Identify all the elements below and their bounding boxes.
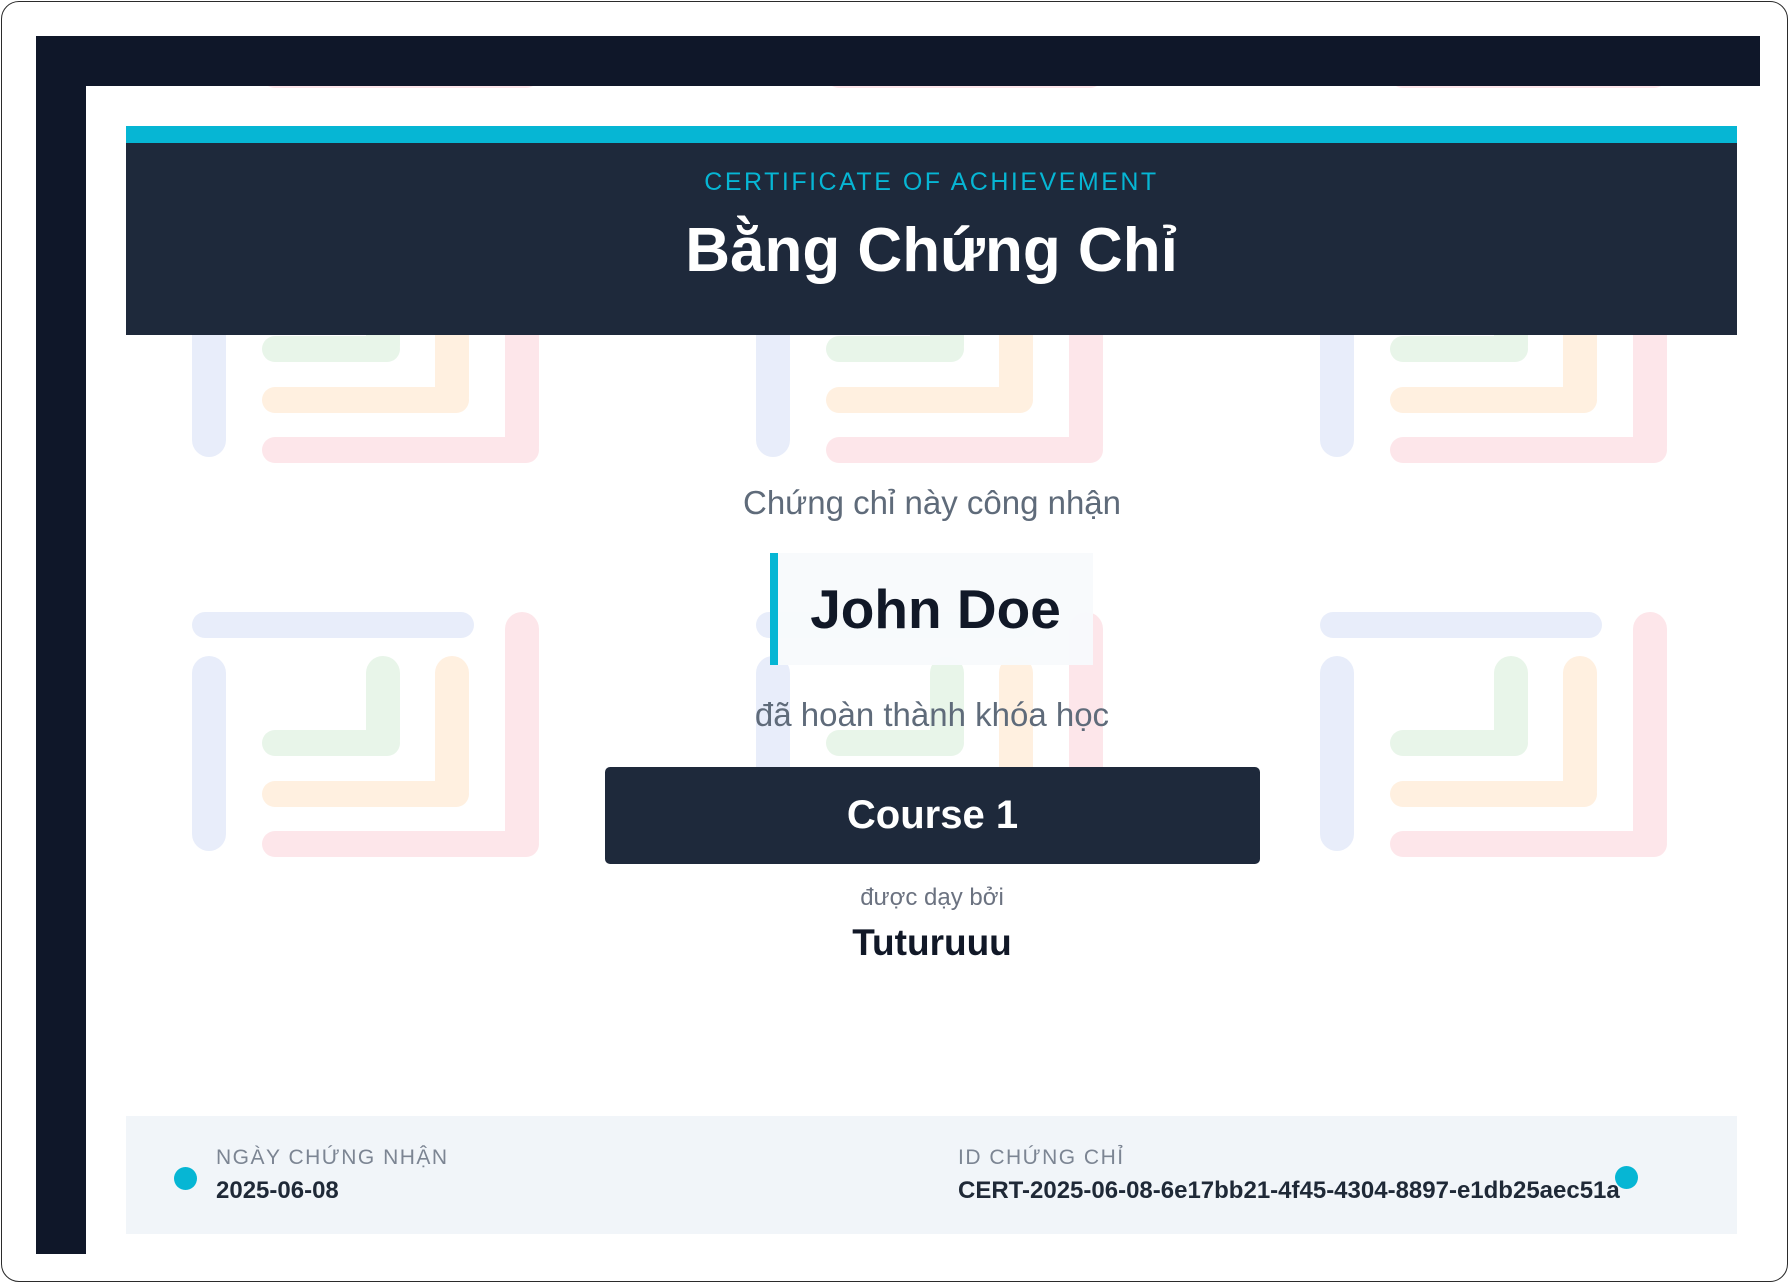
instructor-name: Tuturuuu [852, 922, 1012, 963]
date-value: 2025-06-08 [216, 1177, 339, 1204]
certificate-header: CERTIFICATE OF ACHIEVEMENT Bằng Chứng Ch… [126, 126, 1737, 335]
certificate-id-value: CERT-2025-06-08-6e17bb21-4f45-4304-8897-… [958, 1177, 1620, 1204]
certificate-card: CERTIFICATE OF ACHIEVEMENT Bằng Chứng Ch… [1, 1, 1788, 1282]
date-label: NGÀY CHỨNG NHẬN [216, 1146, 449, 1169]
certificate-footer: NGÀY CHỨNG NHẬN 2025-06-08 ID CHỨNG CHỈ … [126, 1116, 1737, 1234]
certificate-inner: CERTIFICATE OF ACHIEVEMENT Bằng Chứng Ch… [86, 86, 1778, 1268]
taught-by-label: được dạy bởi [860, 884, 1004, 911]
certificate-frame: CERTIFICATE OF ACHIEVEMENT Bằng Chứng Ch… [36, 36, 1778, 1268]
course-name: Course 1 [846, 793, 1019, 837]
certificate-title: Bằng Chứng Chỉ [685, 216, 1178, 285]
completion-text: đã hoàn thành khóa học [754, 696, 1110, 733]
header-subtitle: CERTIFICATE OF ACHIEVEMENT [704, 168, 1159, 196]
footer-dot-icon [1615, 1166, 1638, 1189]
footer-dot-icon [174, 1167, 197, 1190]
recipient-name-box: John Doe [770, 553, 1093, 665]
certificate-id-label: ID CHỨNG CHỈ [958, 1146, 1125, 1169]
recipient-name: John Doe [810, 578, 1061, 640]
recognition-text: Chứng chỉ này công nhận [742, 484, 1122, 521]
course-banner: Course 1 [605, 767, 1260, 864]
